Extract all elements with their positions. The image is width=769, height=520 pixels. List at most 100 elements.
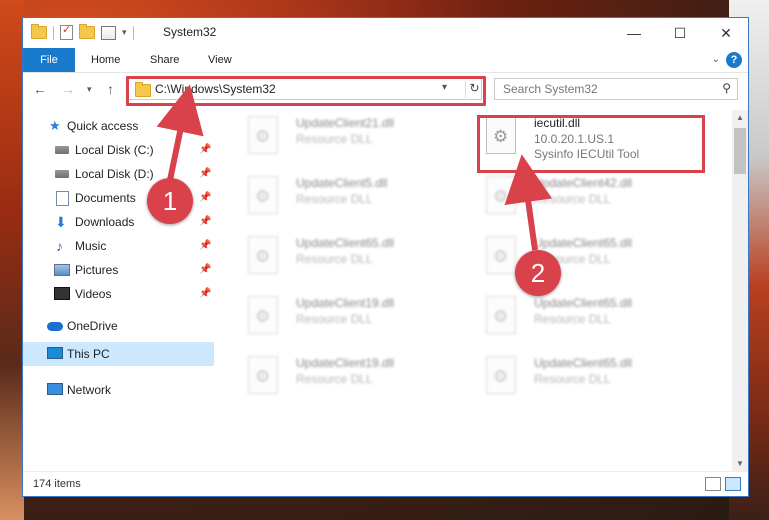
quick-access-toolbar: ▾ <box>31 23 134 40</box>
details-view-icon[interactable] <box>705 477 721 491</box>
pictures-icon <box>54 264 70 276</box>
recent-locations-chevron-icon[interactable]: ▾ <box>87 84 92 95</box>
file-type: Resource DLL <box>296 132 373 146</box>
minimize-button[interactable]: — <box>611 18 657 48</box>
cloud-icon <box>47 322 63 331</box>
sidebar-item-quick-access[interactable]: ★ Quick access <box>23 114 214 138</box>
file-name: UpdateClient21.dll <box>296 116 395 130</box>
file-highlight-box <box>477 115 705 173</box>
customize-toolbar-chevron-icon[interactable]: ▾ <box>122 27 127 38</box>
properties-icon[interactable] <box>101 25 116 40</box>
toolbar-divider <box>132 25 134 40</box>
sidebar-item-music[interactable]: ♪ Music 📌 <box>23 234 214 258</box>
back-arrow-icon[interactable]: ← <box>33 81 47 97</box>
file-explorer-window: ▾ System32 — ☐ ✕ File Home Share View ⌄ … <box>22 17 749 497</box>
pin-icon[interactable]: 📌 <box>199 162 211 186</box>
search-placeholder: Search System32 <box>503 82 598 96</box>
folder-icon <box>31 24 47 39</box>
dll-file-icon: ⚙ <box>248 356 278 394</box>
dll-file-icon: ⚙ <box>486 176 516 214</box>
file-item[interactable]: ⚙ UpdateClient5.dll Resource DLL <box>240 170 470 220</box>
pin-icon[interactable]: 📌 <box>199 234 211 258</box>
vertical-scrollbar[interactable]: ▲ ▼ <box>732 110 748 472</box>
sidebar-item-label: OneDrive <box>67 319 118 333</box>
sidebar-item-label: Videos <box>75 287 112 301</box>
file-name: UpdateClient19.dll <box>296 296 395 310</box>
file-item[interactable]: ⚙ UpdateClient65.dll Resource DLL <box>478 350 708 400</box>
close-button[interactable]: ✕ <box>703 18 749 48</box>
title-bar: ▾ System32 — ☐ ✕ <box>23 18 748 48</box>
maximize-button[interactable]: ☐ <box>657 18 703 48</box>
file-item[interactable]: ⚙ UpdateClient19.dll Resource DLL <box>240 350 470 400</box>
scroll-up-arrow-icon[interactable]: ▲ <box>732 110 748 126</box>
sidebar-item-label: Network <box>67 383 112 397</box>
sidebar-item-label: Music <box>75 239 107 253</box>
address-bar-highlight <box>126 76 486 106</box>
pin-icon[interactable]: 📌 <box>199 138 211 162</box>
dll-file-icon: ⚙ <box>248 296 278 334</box>
desktop-wallpaper-left <box>0 0 24 520</box>
file-item[interactable]: ⚙ UpdateClient65.dll Resource DLL <box>478 230 708 280</box>
status-bar: 174 items <box>23 471 748 496</box>
gear-icon: ⚙ <box>255 367 271 386</box>
tab-home[interactable]: Home <box>81 48 130 72</box>
file-item[interactable]: ⚙ UpdateClient19.dll Resource DLL <box>240 290 470 340</box>
scroll-thumb[interactable] <box>734 128 746 174</box>
dll-file-icon: ⚙ <box>248 116 278 154</box>
help-icon[interactable]: ? <box>726 52 742 68</box>
sidebar-item-this-pc[interactable]: This PC <box>23 342 214 366</box>
file-name: UpdateClient19.dll <box>296 356 395 370</box>
tab-file[interactable]: File <box>23 48 75 72</box>
gear-icon: ⚙ <box>493 367 509 386</box>
sidebar-item-onedrive[interactable]: OneDrive <box>23 314 214 338</box>
file-item[interactable]: ⚙ UpdateClient65.dll Resource DLL <box>240 230 470 280</box>
documents-icon <box>56 191 69 206</box>
scroll-down-arrow-icon[interactable]: ▼ <box>732 456 748 472</box>
sidebar-item-network[interactable]: Network <box>23 378 214 402</box>
disk-icon <box>55 170 69 178</box>
file-name: UpdateClient65.dll <box>296 236 395 250</box>
pin-icon[interactable]: 📌 <box>199 258 211 282</box>
sidebar-item-local-disk-d[interactable]: Local Disk (D:) 📌 <box>23 162 214 186</box>
tab-view[interactable]: View <box>198 48 242 72</box>
expand-ribbon-chevron-icon[interactable]: ⌄ <box>712 54 720 65</box>
file-name: UpdateClient65.dll <box>534 296 633 310</box>
search-icon[interactable]: ⚲ <box>722 81 731 95</box>
annotation-badge-2: 2 <box>515 250 561 296</box>
pin-icon[interactable]: 📌 <box>199 210 211 234</box>
sidebar-item-label: Local Disk (D:) <box>75 167 154 181</box>
file-item[interactable]: ⚙ UpdateClient21.dll Resource DLL <box>240 110 470 160</box>
music-icon: ♪ <box>56 238 63 254</box>
network-icon <box>47 383 63 395</box>
computer-icon <box>47 347 63 359</box>
file-type: Resource DLL <box>296 252 373 266</box>
new-folder-icon[interactable] <box>79 24 95 39</box>
file-type: Resource DLL <box>534 372 611 386</box>
dll-file-icon: ⚙ <box>486 236 516 274</box>
sidebar-item-pictures[interactable]: Pictures 📌 <box>23 258 214 282</box>
large-icons-view-icon[interactable] <box>725 477 741 491</box>
sidebar-item-label: Quick access <box>67 119 139 133</box>
download-icon: ⬇ <box>55 214 67 230</box>
search-input[interactable]: Search System32 ⚲ <box>494 78 738 100</box>
file-item[interactable]: ⚙ UpdateClient65.dll Resource DLL <box>478 290 708 340</box>
dll-file-icon: ⚙ <box>486 296 516 334</box>
sidebar-item-videos[interactable]: Videos 📌 <box>23 282 214 306</box>
up-arrow-icon[interactable]: ↑ <box>107 81 114 97</box>
file-item[interactable]: ⚙ UpdateClient42.dll Resource DLL <box>478 170 708 220</box>
forward-arrow-icon[interactable]: → <box>61 81 75 97</box>
file-type: Resource DLL <box>296 192 373 206</box>
gear-icon: ⚙ <box>493 307 509 326</box>
pin-icon[interactable]: 📌 <box>199 186 211 210</box>
file-name: UpdateClient65.dll <box>534 236 633 250</box>
sidebar-item-label: This PC <box>67 347 110 361</box>
properties-check-icon[interactable] <box>60 23 73 40</box>
videos-icon <box>54 287 70 300</box>
tab-share[interactable]: Share <box>140 48 189 72</box>
dll-file-icon: ⚙ <box>248 236 278 274</box>
star-icon: ★ <box>49 118 61 133</box>
sidebar-item-local-disk-c[interactable]: Local Disk (C:) 📌 <box>23 138 214 162</box>
window-title: System32 <box>163 25 217 39</box>
file-type: Resource DLL <box>534 312 611 326</box>
pin-icon[interactable]: 📌 <box>199 282 211 306</box>
